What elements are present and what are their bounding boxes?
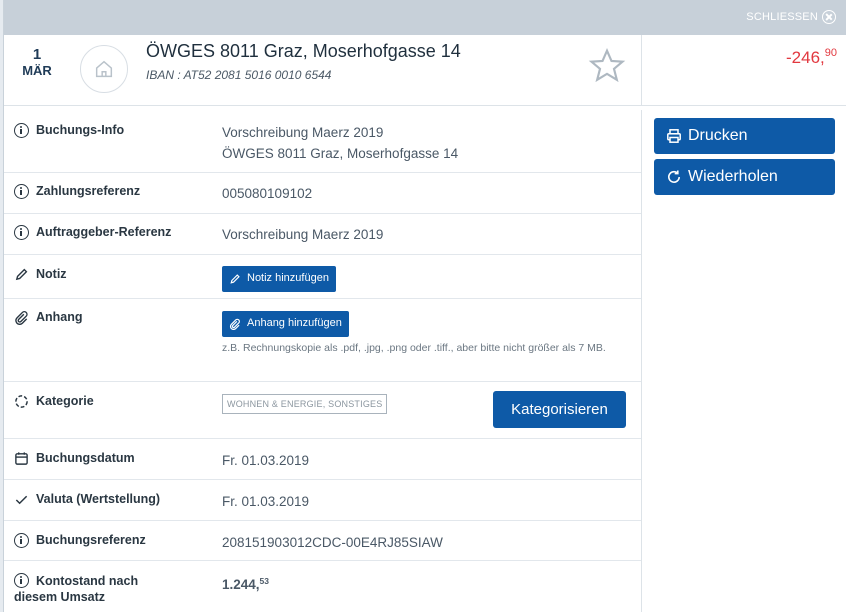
transaction-iban: IBAN : AT52 2081 5016 0010 6544 xyxy=(146,68,332,82)
zahlungsref-label-group: Zahlungsreferenz xyxy=(14,184,140,199)
header-divider xyxy=(641,35,642,105)
anhang-label-group: Anhang xyxy=(14,310,83,325)
panel-topbar: SCHLIESSEN xyxy=(4,0,846,35)
buchungsinfo-line2: ÖWGES 8011 Graz, Moserhofgasse 14 xyxy=(222,146,459,161)
notiz-value: Notiz hinzufügen xyxy=(222,266,336,292)
print-button[interactable]: Drucken xyxy=(654,118,835,154)
category-tag[interactable]: WOHNEN & ENERGIE, SONSTIGES xyxy=(222,394,388,414)
row-zahlungsreferenz: Zahlungsreferenz 005080109102 xyxy=(4,173,641,214)
paperclip-icon xyxy=(15,310,28,325)
row-buchungsdatum: Buchungsdatum Fr. 01.03.2019 xyxy=(4,439,641,480)
anhang-label: Anhang xyxy=(36,310,83,324)
kontostand-label: Kontostand nach diesem Umsatz xyxy=(14,573,139,605)
pencil-icon xyxy=(230,273,240,284)
close-icon xyxy=(822,10,836,24)
transaction-header: 1 MÄR ÖWGES 8011 Graz, Moserhofgasse 14 … xyxy=(4,35,846,106)
kategorie-label: Kategorie xyxy=(36,394,94,408)
star-icon[interactable] xyxy=(587,46,627,86)
zahlungsref-value: 005080109102 xyxy=(222,186,313,201)
add-attachment-button[interactable]: Anhang hinzufügen xyxy=(222,311,349,337)
row-anhang: Anhang Anhang hinzufügen z.B. Rechnungsk… xyxy=(4,299,641,382)
amount-cents: 90 xyxy=(824,47,837,59)
house-icon xyxy=(95,60,113,78)
close-button[interactable]: SCHLIESSEN xyxy=(746,10,836,24)
info-icon xyxy=(14,184,29,199)
kontostand-main: 1.244, xyxy=(222,577,260,592)
add-note-button[interactable]: Notiz hinzufügen xyxy=(222,266,336,292)
check-icon xyxy=(15,495,28,505)
paperclip-icon xyxy=(229,318,240,330)
close-label: SCHLIESSEN xyxy=(746,11,818,23)
row-auftraggeber: Auftraggeber-Referenz Vorschreibung Maer… xyxy=(4,214,641,255)
auftraggeber-value: Vorschreibung Maerz 2019 xyxy=(222,227,384,242)
attachment-hint: z.B. Rechnungskopie als .pdf, .jpg, .png… xyxy=(222,342,606,354)
transaction-detail-panel: SCHLIESSEN 1 MÄR ÖWGES 8011 Graz, Moserh… xyxy=(3,0,846,612)
valuta-label: Valuta (Wertstellung) xyxy=(36,492,161,506)
row-valuta: Valuta (Wertstellung) Fr. 01.03.2019 xyxy=(4,480,641,521)
printer-icon xyxy=(667,129,681,143)
calendar-icon xyxy=(15,452,28,465)
buchungsinfo-label: Buchungs-Info xyxy=(36,123,125,137)
categorize-button[interactable]: Kategorisieren xyxy=(493,391,626,428)
valuta-value: Fr. 01.03.2019 xyxy=(222,494,310,509)
buchungsref-value: 208151903012CDC-00E4RJ85SIAW xyxy=(222,535,443,550)
repeat-icon xyxy=(668,170,680,183)
buchungsref-label: Buchungsreferenz xyxy=(36,533,146,547)
kategorie-label-group: Kategorie xyxy=(14,394,94,409)
category-icon xyxy=(15,395,28,408)
info-icon xyxy=(14,573,29,588)
buchungsinfo-line1: Vorschreibung Maerz 2019 xyxy=(222,125,384,140)
booking-date-badge: 1 MÄR xyxy=(20,46,54,79)
notiz-label: Notiz xyxy=(36,267,67,281)
pencil-icon xyxy=(15,268,28,281)
transaction-title: ÖWGES 8011 Graz, Moserhofgasse 14 xyxy=(146,41,461,61)
row-buchungsinfo: Buchungs-Info Vorschreibung Maerz 2019 Ö… xyxy=(4,110,641,173)
buchungsdatum-label: Buchungsdatum xyxy=(36,451,135,465)
row-buchungsreferenz: Buchungsreferenz 208151903012CDC-00E4RJ8… xyxy=(4,521,641,561)
date-month: MÄR xyxy=(22,63,52,78)
repeat-button[interactable]: Wiederholen xyxy=(654,159,835,195)
repeat-label: Wiederholen xyxy=(688,168,778,185)
anhang-value: Anhang hinzufügen z.B. Rechnungskopie al… xyxy=(222,311,632,358)
kategorie-value: WOHNEN & ENERGIE, SONSTIGES xyxy=(222,394,388,414)
add-attachment-label: Anhang hinzufügen xyxy=(247,317,342,329)
transaction-amount: -246,90 xyxy=(786,47,837,68)
row-kategorie: Kategorie WOHNEN & ENERGIE, SONSTIGES Ka… xyxy=(4,382,641,439)
valuta-label-group: Valuta (Wertstellung) xyxy=(14,492,160,507)
buchungsref-label-group: Buchungsreferenz xyxy=(14,533,146,548)
kontostand-label-line1: Kontostand nach xyxy=(36,574,139,588)
side-divider xyxy=(641,110,642,612)
info-icon xyxy=(14,533,29,548)
buchungsdatum-value: Fr. 01.03.2019 xyxy=(222,453,310,468)
add-note-label: Notiz hinzufügen xyxy=(247,272,329,284)
row-notiz: Notiz Notiz hinzufügen xyxy=(4,255,641,299)
auftraggeber-label: Auftraggeber-Referenz xyxy=(36,225,172,239)
zahlungsref-label: Zahlungsreferenz xyxy=(36,184,141,198)
notiz-label-group: Notiz xyxy=(14,267,67,282)
kontostand-label-line2: diesem Umsatz xyxy=(14,590,106,604)
kontostand-label-group: Kontostand nach diesem Umsatz xyxy=(14,573,138,605)
buchungsinfo-label-group: Buchungs-Info xyxy=(14,123,124,138)
row-kontostand: Kontostand nach diesem Umsatz 1.244,53 xyxy=(4,561,641,611)
amount-main: -246, xyxy=(786,48,825,67)
buchungsdatum-label-group: Buchungsdatum xyxy=(14,451,135,466)
info-icon xyxy=(14,225,29,240)
kontostand-cents: 53 xyxy=(259,576,270,586)
info-icon xyxy=(14,123,29,138)
merchant-logo xyxy=(80,45,128,93)
date-day: 1 xyxy=(32,46,42,63)
buchungsinfo-value: Vorschreibung Maerz 2019 ÖWGES 8011 Graz… xyxy=(222,122,458,164)
auftraggeber-label-group: Auftraggeber-Referenz xyxy=(14,225,171,240)
details-list: Buchungs-Info Vorschreibung Maerz 2019 Ö… xyxy=(4,110,641,611)
print-label: Drucken xyxy=(688,127,748,144)
kontostand-value: 1.244,53 xyxy=(222,571,269,595)
